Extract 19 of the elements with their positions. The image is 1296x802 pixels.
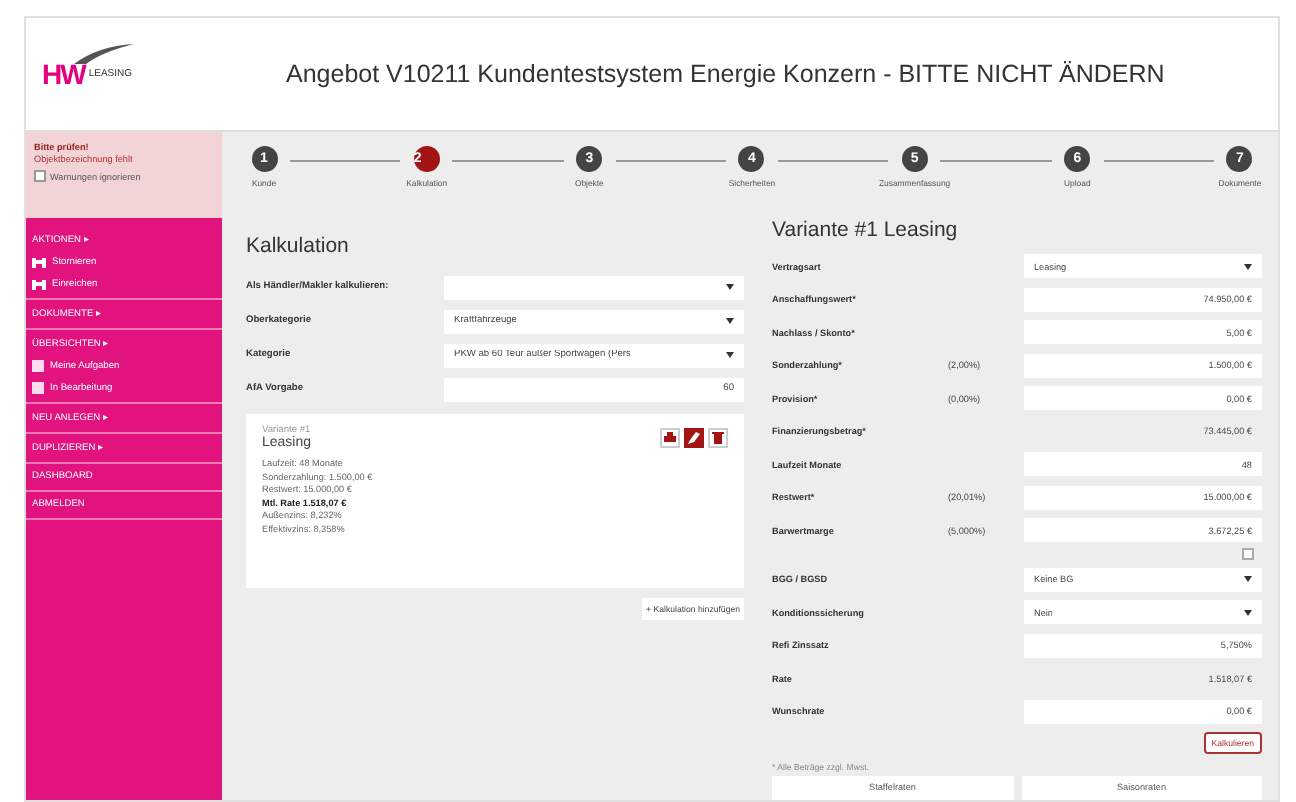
delete-button[interactable] <box>708 428 728 448</box>
section-title: Kalkulation <box>246 234 351 258</box>
checkbox[interactable] <box>1242 547 1254 559</box>
select-field[interactable] <box>444 275 744 299</box>
caret-icon <box>1244 576 1252 583</box>
car-icon <box>32 278 46 290</box>
caret-icon <box>1244 263 1252 270</box>
caret-icon <box>726 318 734 324</box>
caret-icon <box>726 352 734 358</box>
caret-icon <box>1244 609 1252 616</box>
page-title: Angebot V10211 Kundentestsystem Energie Konzern - BITTE NICHT ÄNDERN <box>286 60 1165 88</box>
swoosh-icon <box>74 44 134 64</box>
edit-button[interactable] <box>684 428 704 448</box>
print-button[interactable] <box>660 428 680 448</box>
caret-icon <box>726 284 734 290</box>
section-title: Variante #1 Leasing <box>772 218 960 242</box>
car-icon <box>32 256 46 268</box>
logo-mark: HW <box>42 58 85 90</box>
ignore-checkbox[interactable] <box>34 170 46 182</box>
